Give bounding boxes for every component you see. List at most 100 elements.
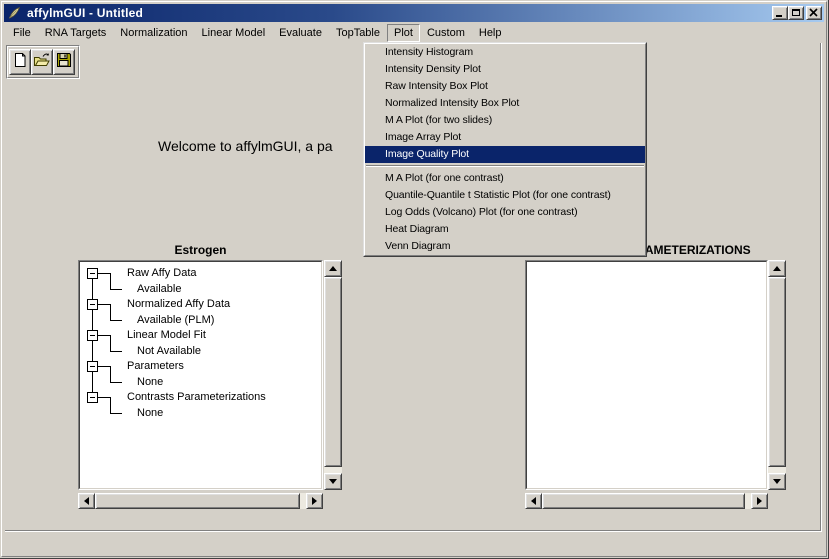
menubar-item-plot[interactable]: Plot xyxy=(387,24,420,42)
plot-menu-item-log-odds-volcano-plot-for-one-contrast[interactable]: Log Odds (Volcano) Plot (for one contras… xyxy=(365,204,645,221)
left-panel-vertical-scrollbar-up-arrow-button[interactable] xyxy=(324,260,342,277)
window-title: affylmGUI - Untitled xyxy=(27,6,143,20)
left-panel-horizontal-scrollbar-left-arrow-button[interactable] xyxy=(78,493,95,509)
left-panel-horizontal-scrollbar[interactable] xyxy=(78,493,323,509)
plot-menu-item-intensity-density-plot[interactable]: Intensity Density Plot xyxy=(365,61,645,78)
menubar-item-file[interactable]: File xyxy=(6,24,38,42)
left-arrow-icon xyxy=(84,497,89,505)
right-arrow-icon xyxy=(312,497,317,505)
tree-node-contrasts-parameterizations[interactable]: Contrasts Parameterizations xyxy=(127,390,266,404)
up-arrow-icon xyxy=(773,266,781,271)
tree-connector-line xyxy=(98,366,110,367)
menubar-item-help[interactable]: Help xyxy=(472,24,509,42)
minimize-button[interactable] xyxy=(772,6,788,20)
plot-menu-item-raw-intensity-box-plot[interactable]: Raw Intensity Box Plot xyxy=(365,78,645,95)
menubar-item-linear-model[interactable]: Linear Model xyxy=(195,24,273,42)
down-arrow-icon xyxy=(329,479,337,484)
menu-bar: FileRNA TargetsNormalizationLinear Model… xyxy=(4,23,824,42)
right-panel-vertical-scrollbar-down-arrow-button[interactable] xyxy=(768,473,786,490)
tree-connector-line xyxy=(98,397,110,398)
plot-menu-item-venn-diagram[interactable]: Venn Diagram xyxy=(365,238,645,255)
right-panel-vertical-scrollbar-up-arrow-button[interactable] xyxy=(768,260,786,277)
tree-node-raw-affy-data[interactable]: Raw Affy Data xyxy=(127,266,197,280)
tree-collapse-box[interactable] xyxy=(87,330,98,341)
plot-menu-item-m-a-plot-for-two-slides[interactable]: M A Plot (for two slides) xyxy=(365,112,645,129)
contrasts-listbox[interactable] xyxy=(525,260,768,490)
tree-connector-line xyxy=(98,273,110,274)
left-panel-title: Estrogen xyxy=(78,243,323,257)
tree-status-linear-model-fit[interactable]: Not Available xyxy=(137,344,201,358)
tree-node-normalized-affy-data[interactable]: Normalized Affy Data xyxy=(127,297,230,311)
right-panel-vertical-scrollbar-thumb[interactable] xyxy=(768,277,786,467)
tree-connector-line xyxy=(110,289,122,290)
right-panel-vertical-scrollbar[interactable] xyxy=(768,260,786,490)
left-panel-vertical-scrollbar-thumb[interactable] xyxy=(324,277,342,467)
estrogen-tree-content: Raw Affy Data AvailableNormalized Affy Da… xyxy=(79,261,322,489)
plot-menu-item-image-quality-plot[interactable]: Image Quality Plot xyxy=(365,146,645,163)
tree-connector-line xyxy=(110,366,111,382)
tree-collapse-box[interactable] xyxy=(87,392,98,403)
contrasts-list-content xyxy=(526,261,767,489)
plot-menu-item-heat-diagram[interactable]: Heat Diagram xyxy=(365,221,645,238)
tree-connector-line xyxy=(98,304,110,305)
left-panel-horizontal-scrollbar-thumb[interactable] xyxy=(95,493,300,509)
tree-connector-line xyxy=(110,397,111,413)
minimize-icon xyxy=(776,15,782,17)
welcome-text: Welcome to affylmGUI, a pa xyxy=(158,138,333,154)
tree-connector-line xyxy=(98,335,110,336)
plot-dropdown-menu: Intensity HistogramIntensity Density Plo… xyxy=(363,42,647,257)
left-panel-horizontal-scrollbar-right-arrow-button[interactable] xyxy=(306,493,323,509)
new-file-button[interactable] xyxy=(9,49,31,75)
right-panel-horizontal-scrollbar[interactable] xyxy=(525,493,768,509)
tree-status-parameters[interactable]: None xyxy=(137,375,163,389)
minus-icon xyxy=(90,397,95,398)
new-document-icon xyxy=(12,52,28,73)
tree-node-parameters[interactable]: Parameters xyxy=(127,359,184,373)
menubar-item-normalization[interactable]: Normalization xyxy=(113,24,194,42)
tree-status-contrasts-parameterizations[interactable]: None xyxy=(137,406,163,420)
down-arrow-icon xyxy=(773,479,781,484)
open-file-button[interactable] xyxy=(31,49,53,75)
menubar-item-toptable[interactable]: TopTable xyxy=(329,24,387,42)
up-arrow-icon xyxy=(329,266,337,271)
open-folder-icon xyxy=(33,52,51,73)
tree-status-normalized-affy-data[interactable]: Available (PLM) xyxy=(137,313,214,327)
tree-collapse-box[interactable] xyxy=(87,268,98,279)
left-panel-vertical-scrollbar-down-arrow-button[interactable] xyxy=(324,473,342,490)
tree-collapse-box[interactable] xyxy=(87,361,98,372)
right-panel-horizontal-scrollbar-thumb[interactable] xyxy=(542,493,745,509)
feather-icon xyxy=(7,6,21,20)
right-panel-horizontal-scrollbar-right-arrow-button[interactable] xyxy=(751,493,768,509)
menubar-item-rna-targets[interactable]: RNA Targets xyxy=(38,24,114,42)
save-file-button[interactable] xyxy=(53,49,75,75)
menubar-item-evaluate[interactable]: Evaluate xyxy=(272,24,329,42)
menubar-item-custom[interactable]: Custom xyxy=(420,24,472,42)
plot-menu-item-m-a-plot-for-one-contrast[interactable]: M A Plot (for one contrast) xyxy=(365,170,645,187)
tree-connector-line xyxy=(110,273,111,289)
tree-connector-line xyxy=(92,341,93,361)
tree-collapse-box[interactable] xyxy=(87,299,98,310)
tree-connector-line xyxy=(110,382,122,383)
left-panel-vertical-scrollbar[interactable] xyxy=(324,260,342,490)
maximize-button[interactable] xyxy=(788,6,804,20)
tree-connector-line xyxy=(92,310,93,330)
plot-menu-item-intensity-histogram[interactable]: Intensity Histogram xyxy=(365,44,645,61)
tree-connector-line xyxy=(110,304,111,320)
right-panel-horizontal-scrollbar-left-arrow-button[interactable] xyxy=(525,493,542,509)
tree-status-raw-affy-data[interactable]: Available xyxy=(137,282,181,296)
title-bar[interactable]: affylmGUI - Untitled xyxy=(4,4,824,22)
maximize-icon xyxy=(792,9,800,16)
plot-menu-item-normalized-intensity-box-plot[interactable]: Normalized Intensity Box Plot xyxy=(365,95,645,112)
toolbar xyxy=(6,45,80,79)
plot-menu-item-quantile-quantile-t-statistic-plot-for-one-contrast[interactable]: Quantile-Quantile t Statistic Plot (for … xyxy=(365,187,645,204)
tree-node-linear-model-fit[interactable]: Linear Model Fit xyxy=(127,328,206,342)
close-button[interactable] xyxy=(806,6,822,20)
estrogen-tree-listbox[interactable]: Raw Affy Data AvailableNormalized Affy Da… xyxy=(78,260,323,490)
affylmgui-window: affylmGUI - Untitled FileRNA TargetsNorm… xyxy=(0,0,829,559)
save-floppy-icon xyxy=(56,52,72,73)
minus-icon xyxy=(90,335,95,336)
right-arrow-icon xyxy=(757,497,762,505)
plot-menu-item-image-array-plot[interactable]: Image Array Plot xyxy=(365,129,645,146)
tree-connector-line xyxy=(92,372,93,392)
tree-connector-line xyxy=(110,335,111,351)
